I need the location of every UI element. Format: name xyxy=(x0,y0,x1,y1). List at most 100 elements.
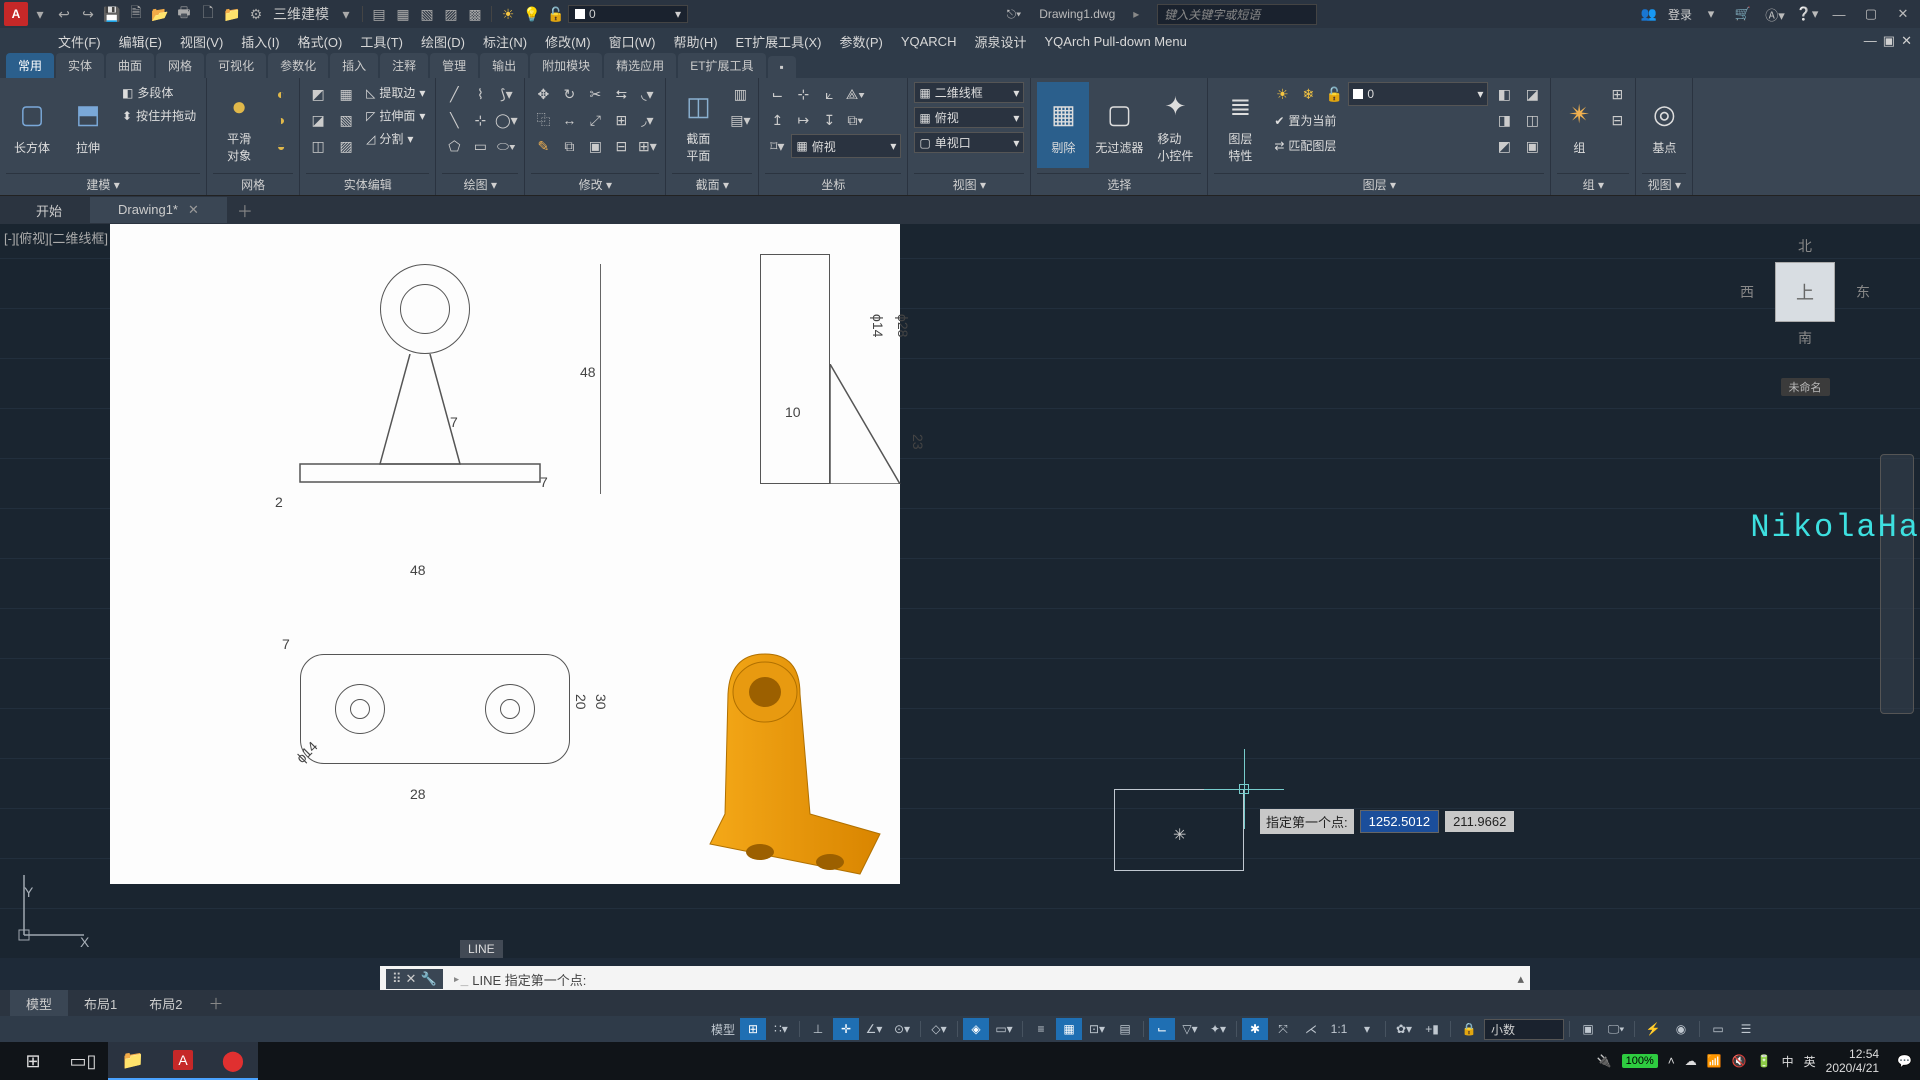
status-osnap-icon[interactable]: ◇▾ xyxy=(926,1018,952,1040)
doc-restore-button[interactable]: ▣ xyxy=(1883,33,1895,49)
offset-icon[interactable]: ▣ xyxy=(583,134,607,158)
view-dir-dropdown[interactable]: ▦俯视▾ xyxy=(914,107,1024,128)
minimize-button[interactable]: — xyxy=(1826,3,1852,25)
status-model-button[interactable]: 模型 xyxy=(708,1018,738,1040)
grp-ico1[interactable]: ⊞ xyxy=(1605,82,1629,106)
ribbon-tab-annotate[interactable]: 注释 xyxy=(380,53,428,78)
signin-label[interactable]: 登录 xyxy=(1668,6,1692,23)
ribbon-tab-visualize[interactable]: 可视化 xyxy=(206,53,266,78)
grp-ico2[interactable]: ⊟ xyxy=(1605,108,1629,132)
close-button[interactable]: ✕ xyxy=(1890,3,1916,25)
sun-icon[interactable]: ☀ xyxy=(497,3,519,25)
status-iso2-icon[interactable]: ◉ xyxy=(1668,1018,1694,1040)
viewcube-west[interactable]: 西 xyxy=(1740,282,1754,302)
makecurrent-button[interactable]: ✔置为当前 xyxy=(1270,110,1488,131)
app-logo[interactable]: A xyxy=(4,2,28,26)
ucs-icon1[interactable]: ⌙ xyxy=(765,82,789,106)
status-ucs2-icon[interactable]: ⌙ xyxy=(1149,1018,1175,1040)
workspace-dropdown[interactable]: 三维建模 xyxy=(269,3,333,25)
sec-ico1[interactable]: ▥ xyxy=(728,82,752,106)
ucs-dropdown[interactable]: ▦俯视▾ xyxy=(791,134,901,158)
status-custom-icon[interactable]: ☰ xyxy=(1733,1018,1759,1040)
saveas-icon[interactable]: 🗎 xyxy=(125,3,147,25)
viewport-dropdown[interactable]: ▢单视口▾ xyxy=(914,132,1024,153)
stretch-icon[interactable]: ↔ xyxy=(557,108,581,132)
erase-icon[interactable]: ✎ xyxy=(531,134,555,158)
viewport-label[interactable]: [-][俯视][二维线框] xyxy=(4,228,108,247)
sec-ico2[interactable]: ▤▾ xyxy=(728,108,752,132)
menu-insert[interactable]: 插入(I) xyxy=(233,29,287,54)
ribbon-tab-ettools[interactable]: ET扩展工具 xyxy=(678,53,765,78)
status-ws-icon[interactable]: ▣ xyxy=(1575,1018,1601,1040)
basepoint-button[interactable]: ◎基点 xyxy=(1642,82,1686,168)
status-plus-icon[interactable]: +▮ xyxy=(1419,1018,1445,1040)
array-icon[interactable]: ⊞ xyxy=(609,108,633,132)
panel-group-title[interactable]: 组 ▾ xyxy=(1557,173,1629,195)
viewcube-east[interactable]: 东 xyxy=(1856,282,1870,302)
stretchface-button[interactable]: ◸拉伸面▾ xyxy=(362,105,429,126)
layer-lock-icon[interactable]: 🔓 xyxy=(1322,82,1346,106)
menu-edit[interactable]: 编辑(E) xyxy=(111,29,170,54)
ucs-icon5[interactable]: ↥ xyxy=(765,108,789,132)
dropdown-icon[interactable]: ▾ xyxy=(29,3,51,25)
status-units-dropdown[interactable]: 小数 xyxy=(1484,1019,1564,1040)
line2-icon[interactable]: ╲ xyxy=(442,108,466,132)
status-lock2-icon[interactable]: 🔒 xyxy=(1456,1018,1482,1040)
se-ico1[interactable]: ◩ xyxy=(306,82,330,106)
dynamic-input-y[interactable]: 211.9662 xyxy=(1445,811,1514,832)
status-iso-icon[interactable]: ∠▾ xyxy=(861,1018,887,1040)
layer-sun-icon[interactable]: ☀ xyxy=(1270,82,1294,106)
ucs-icon4[interactable]: ⟁▾ xyxy=(843,82,867,106)
signin-icon[interactable]: 👥 xyxy=(1636,3,1662,25)
construct-icon[interactable]: ⊹ xyxy=(468,108,492,132)
mesh-ico1[interactable]: ◐ xyxy=(269,82,293,106)
cull-button[interactable]: ▦剔除 xyxy=(1037,82,1089,168)
ucs-icon7[interactable]: ↧ xyxy=(817,108,841,132)
status-gizmo2-icon[interactable]: ✦▾ xyxy=(1205,1018,1231,1040)
arr-icon[interactable]: ⊞▾ xyxy=(635,134,659,158)
menu-file[interactable]: 文件(F) xyxy=(50,29,109,54)
menu-window[interactable]: 窗口(W) xyxy=(601,29,664,54)
status-ortho-icon[interactable]: ⊥ xyxy=(805,1018,831,1040)
layer-select-dropdown[interactable]: 0▾ xyxy=(1348,82,1488,106)
ribbon-tab-insert[interactable]: 插入 xyxy=(330,53,378,78)
ribbon-tab-featured[interactable]: 精选应用 xyxy=(604,53,676,78)
gizmo-button[interactable]: ✦移动 小控件 xyxy=(1149,82,1201,168)
status-gear-icon[interactable]: ✿▾ xyxy=(1391,1018,1417,1040)
status-qp-icon[interactable]: ▤ xyxy=(1112,1018,1138,1040)
ribbon-tab-solid[interactable]: 实体 xyxy=(56,53,104,78)
group-button[interactable]: ✴组 xyxy=(1557,82,1601,168)
open-icon[interactable]: 📂 xyxy=(149,3,171,25)
layer-quick-dropdown[interactable]: 0 ▾ xyxy=(568,5,688,23)
line-icon[interactable]: ╱ xyxy=(442,82,466,106)
ucs-icon3[interactable]: ⟀ xyxy=(817,82,841,106)
ribbon-tab-surface[interactable]: 曲面 xyxy=(106,53,154,78)
ly-ico3[interactable]: ◩ xyxy=(1492,134,1516,158)
panel-mesh-title[interactable]: 网格 xyxy=(213,173,293,195)
status-mon-icon[interactable]: 🖵▾ xyxy=(1603,1018,1629,1040)
print-icon[interactable]: 🖶 xyxy=(173,3,195,25)
ribbon-tab-extra[interactable]: ▪ xyxy=(768,56,796,78)
viewcube[interactable]: 北 西 上 东 南 未命名 xyxy=(1740,236,1870,416)
ucs-icon[interactable]: YX xyxy=(14,865,94,948)
menu-yq-pulldown[interactable]: YQArch Pull-down Menu xyxy=(1036,31,1194,52)
taskview-button[interactable]: ▭▯ xyxy=(58,1042,108,1080)
mesh-ico2[interactable]: ◑ xyxy=(269,108,293,132)
move-icon[interactable]: ✥ xyxy=(531,82,555,106)
presspull-button[interactable]: ⬍按住并拖动 xyxy=(118,105,200,126)
panel-draw-title[interactable]: 绘图 ▾ xyxy=(442,173,518,195)
scale-icon[interactable]: ⤢ xyxy=(583,108,607,132)
menu-yqarch[interactable]: YQARCH xyxy=(893,31,965,52)
status-scale-label[interactable]: 1:1 xyxy=(1326,1018,1352,1040)
ribbon-tab-output[interactable]: 输出 xyxy=(480,53,528,78)
status-polar-icon[interactable]: ✛ xyxy=(833,1018,859,1040)
ellipse-icon[interactable]: ⬭▾ xyxy=(494,134,518,158)
taskbar-clock[interactable]: 12:54 2020/4/21 xyxy=(1826,1047,1887,1075)
wifi-icon[interactable]: 📶 xyxy=(1707,1054,1722,1068)
panel-view2-title[interactable]: 视图 ▾ xyxy=(1642,173,1686,195)
panel-solidedit-title[interactable]: 实体编辑 xyxy=(306,173,429,195)
mirror-icon[interactable]: ⮀ xyxy=(609,82,633,106)
ribbon-tab-home[interactable]: 常用 xyxy=(6,53,54,78)
ucs-icon6[interactable]: ↦ xyxy=(791,108,815,132)
new-icon[interactable]: 🗋 xyxy=(197,3,219,25)
